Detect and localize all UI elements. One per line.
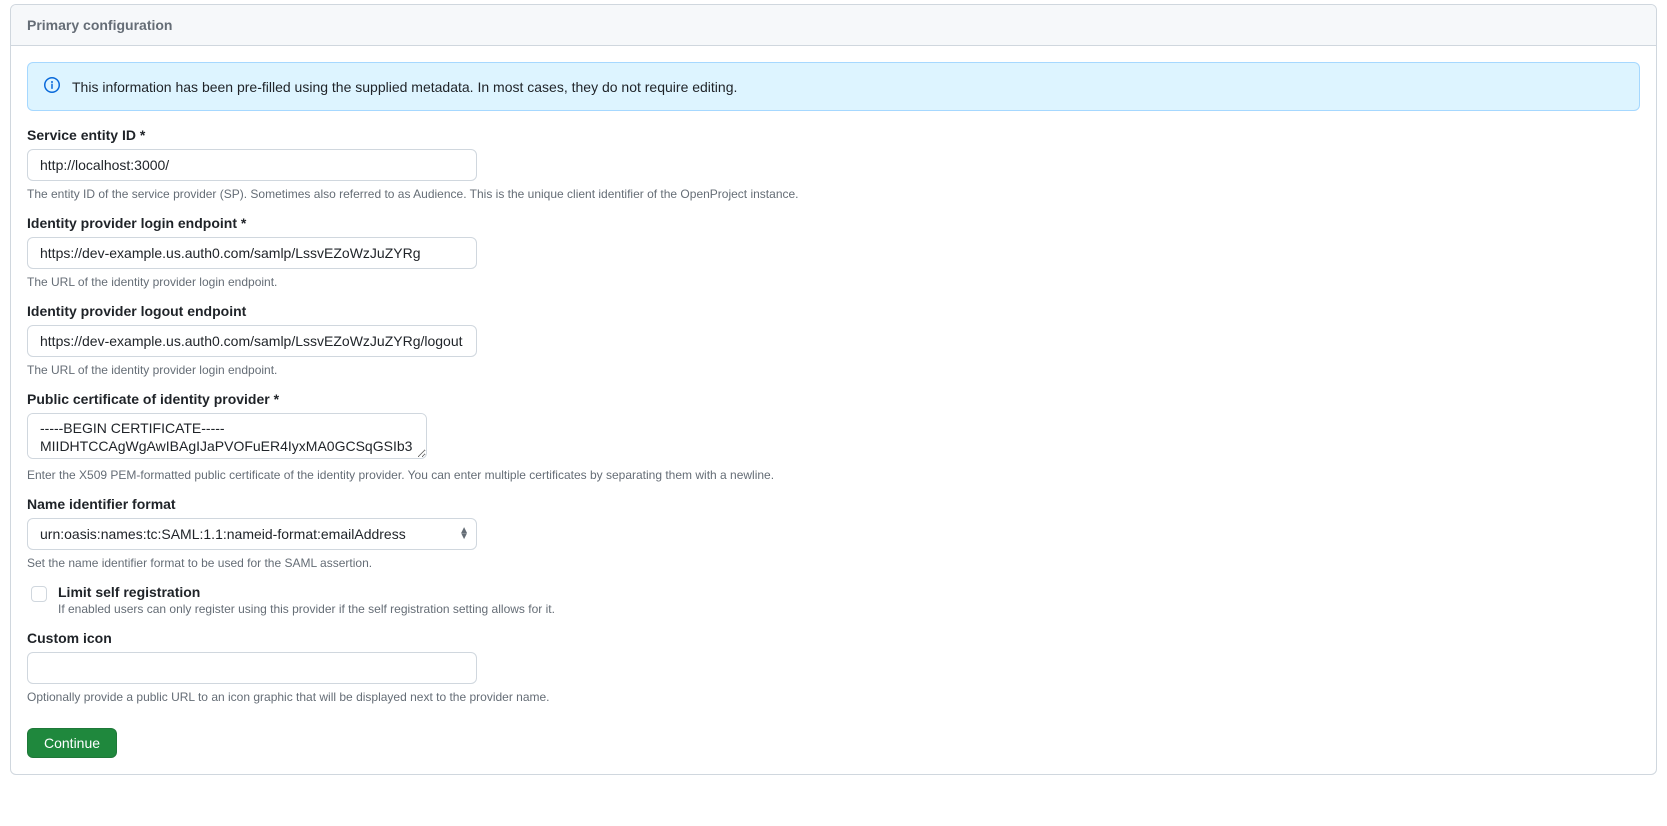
field-idp-login: Identity provider login endpoint * The U… bbox=[27, 215, 1640, 289]
note-limit-self-registration: If enabled users can only register using… bbox=[58, 602, 555, 616]
info-flash-text: This information has been pre-filled usi… bbox=[72, 79, 737, 95]
note-certificate: Enter the X509 PEM-formatted public cert… bbox=[27, 468, 1640, 482]
label-limit-self-registration: Limit self registration bbox=[58, 584, 555, 600]
input-idp-logout[interactable] bbox=[27, 325, 477, 357]
note-custom-icon: Optionally provide a public URL to an ic… bbox=[27, 690, 1640, 704]
field-certificate: Public certificate of identity provider … bbox=[27, 391, 1640, 482]
label-certificate: Public certificate of identity provider … bbox=[27, 391, 1640, 407]
label-custom-icon: Custom icon bbox=[27, 630, 1640, 646]
panel-body: This information has been pre-filled usi… bbox=[11, 46, 1656, 774]
input-service-entity-id[interactable] bbox=[27, 149, 477, 181]
primary-configuration-panel: Primary configuration This information h… bbox=[10, 4, 1657, 775]
label-idp-logout: Identity provider logout endpoint bbox=[27, 303, 1640, 319]
field-custom-icon: Custom icon Optionally provide a public … bbox=[27, 630, 1640, 704]
input-custom-icon[interactable] bbox=[27, 652, 477, 684]
panel-title: Primary configuration bbox=[11, 5, 1656, 46]
label-idp-login: Identity provider login endpoint * bbox=[27, 215, 1640, 231]
input-idp-login[interactable] bbox=[27, 237, 477, 269]
note-nameid-format: Set the name identifier format to be use… bbox=[27, 556, 1640, 570]
field-limit-self-registration: Limit self registration If enabled users… bbox=[27, 584, 1640, 616]
field-nameid-format: Name identifier format urn:oasis:names:t… bbox=[27, 496, 1640, 570]
note-idp-login: The URL of the identity provider login e… bbox=[27, 275, 1640, 289]
label-service-entity-id: Service entity ID * bbox=[27, 127, 1640, 143]
label-nameid-format: Name identifier format bbox=[27, 496, 1640, 512]
note-idp-logout: The URL of the identity provider login e… bbox=[27, 363, 1640, 377]
info-icon bbox=[44, 77, 60, 96]
select-nameid-format[interactable]: urn:oasis:names:tc:SAML:1.1:nameid-forma… bbox=[27, 518, 477, 550]
checkbox-limit-self-registration[interactable] bbox=[31, 586, 47, 602]
field-service-entity-id: Service entity ID * The entity ID of the… bbox=[27, 127, 1640, 201]
field-idp-logout: Identity provider logout endpoint The UR… bbox=[27, 303, 1640, 377]
continue-button[interactable]: Continue bbox=[27, 728, 117, 758]
textarea-certificate[interactable] bbox=[27, 413, 427, 459]
info-flash: This information has been pre-filled usi… bbox=[27, 62, 1640, 111]
note-service-entity-id: The entity ID of the service provider (S… bbox=[27, 187, 1640, 201]
